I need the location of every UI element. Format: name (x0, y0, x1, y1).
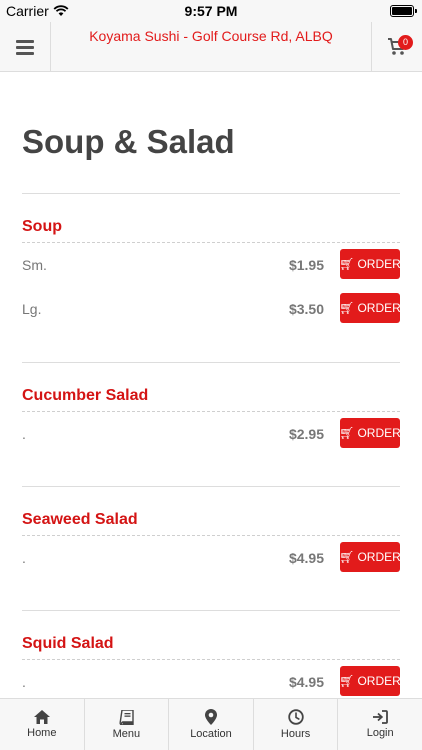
item-price: $2.95 (288, 426, 324, 442)
restaurant-title: Koyama Sushi - Golf Course Rd, ALBQ (89, 28, 333, 44)
nav-location[interactable]: Location (169, 699, 254, 750)
menu-content[interactable]: Soup & Salad Soup Sm. $1.95 🛒︎ ORDER Lg.… (0, 73, 422, 698)
bottom-nav: Home Menu Location Hours Login (0, 698, 422, 750)
cart-icon: 🛒︎ (339, 674, 355, 688)
divider (22, 610, 400, 611)
order-button[interactable]: 🛒︎ ORDER (339, 418, 401, 448)
cart-count-badge: 0 (398, 35, 413, 50)
menu-section: Seaweed Salad . $4.95 🛒︎ ORDER (22, 511, 401, 580)
order-button-label: ORDER (357, 426, 401, 440)
menu-section: Cucumber Salad . $2.95 🛒︎ ORDER (22, 387, 401, 456)
section-title: Seaweed Salad (22, 511, 138, 528)
menu-item-row: . $4.95 🛒︎ ORDER (22, 535, 401, 580)
battery-icon (390, 5, 417, 17)
item-price: $3.50 (288, 301, 324, 317)
order-button[interactable]: 🛒︎ ORDER (339, 249, 401, 279)
menu-item-row: Sm. $1.95 🛒︎ ORDER (22, 242, 401, 287)
menu-section: Soup Sm. $1.95 🛒︎ ORDER Lg. $3.50 🛒︎ ORD… (22, 218, 401, 332)
menu-button[interactable] (0, 22, 51, 72)
nav-hours[interactable]: Hours (254, 699, 339, 750)
home-icon (33, 710, 50, 724)
cart-icon: 🛒︎ (339, 550, 355, 564)
order-button-label: ORDER (357, 257, 401, 271)
divider (22, 486, 400, 487)
menu-item-row: . $4.95 🛒︎ ORDER (22, 659, 401, 698)
nav-label: Home (27, 727, 57, 739)
item-price: $4.95 (288, 550, 324, 566)
divider (22, 193, 400, 194)
book-icon (119, 709, 134, 725)
order-button[interactable]: 🛒︎ ORDER (339, 293, 401, 323)
item-price: $1.95 (288, 257, 324, 273)
app-header: Koyama Sushi - Golf Course Rd, ALBQ 0 (0, 22, 422, 72)
order-button-label: ORDER (357, 674, 401, 688)
divider (22, 362, 400, 363)
cart-icon: 🛒︎ (339, 301, 355, 315)
menu-item-row: . $2.95 🛒︎ ORDER (22, 411, 401, 456)
order-button-label: ORDER (357, 301, 401, 315)
section-title: Cucumber Salad (22, 387, 149, 404)
nav-label: Location (190, 728, 232, 740)
hamburger-icon (16, 39, 34, 55)
item-size-label: Sm. (22, 257, 47, 273)
menu-item-row: Lg. $3.50 🛒︎ ORDER (22, 287, 401, 332)
clock-icon (287, 709, 304, 725)
nav-label: Hours (280, 728, 311, 740)
cart-icon: 🛒︎ (339, 426, 355, 440)
menu-section: Squid Salad . $4.95 🛒︎ ORDER (22, 635, 401, 698)
cart-icon: 🛒︎ (339, 257, 355, 271)
item-price: $4.95 (288, 674, 324, 690)
map-pin-icon (204, 709, 217, 725)
cart-button[interactable]: 0 (371, 22, 422, 72)
order-button[interactable]: 🛒︎ ORDER (339, 666, 401, 696)
login-icon (373, 710, 389, 724)
item-size-label: . (22, 674, 26, 690)
order-button[interactable]: 🛒︎ ORDER (339, 542, 401, 572)
nav-label: Login (366, 727, 394, 739)
nav-menu[interactable]: Menu (85, 699, 170, 750)
order-button-label: ORDER (357, 550, 401, 564)
status-time: 9:57 PM (184, 3, 238, 19)
section-title: Squid Salad (22, 635, 114, 652)
section-title: Soup (22, 218, 62, 235)
page-title: Soup & Salad (22, 123, 235, 160)
nav-login[interactable]: Login (338, 699, 422, 750)
item-size-label: . (22, 426, 26, 442)
status-bar: Carrier 9:57 PM (0, 0, 422, 22)
nav-label: Menu (112, 727, 141, 740)
item-size-label: Lg. (22, 301, 42, 317)
nav-home[interactable]: Home (0, 699, 85, 750)
item-size-label: . (22, 550, 26, 566)
